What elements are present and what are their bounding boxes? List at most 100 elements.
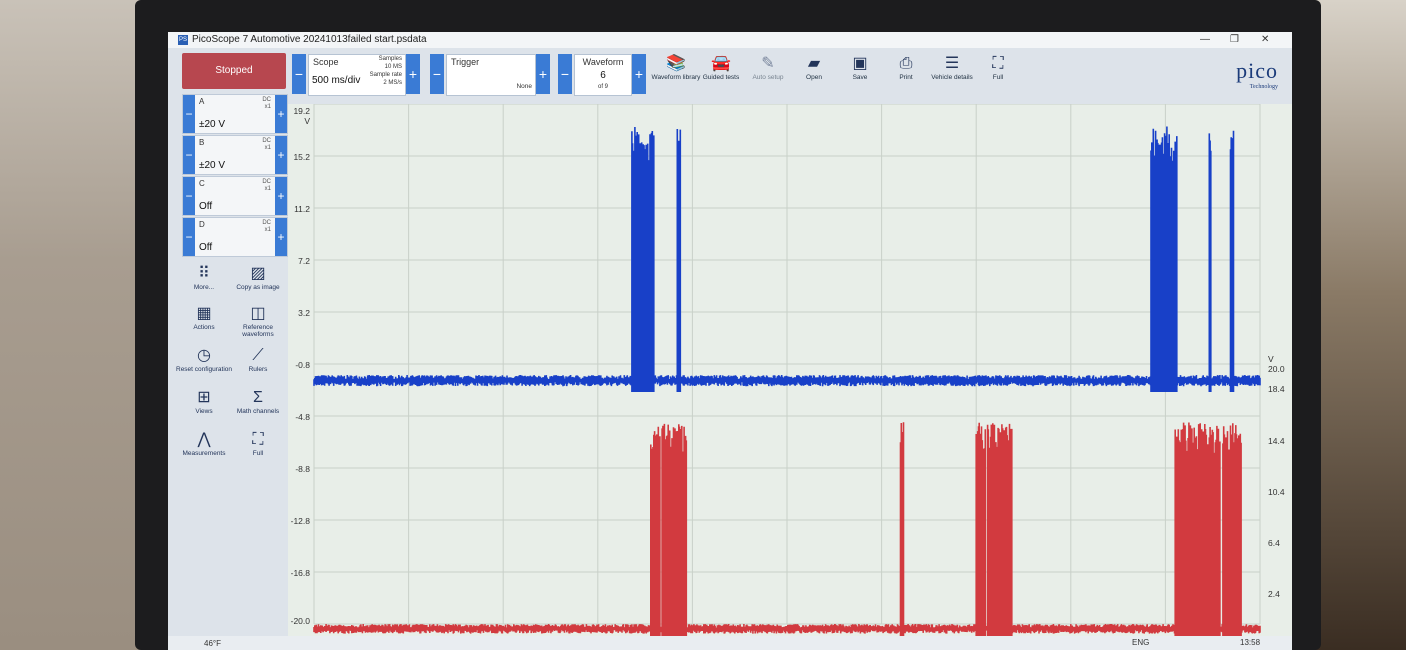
channel-d-range[interactable]: Off	[199, 242, 212, 253]
clock[interactable]: 13:58	[1240, 638, 1260, 647]
full-view-label: Full	[252, 450, 264, 457]
wand-icon: ✎	[761, 55, 775, 72]
fullscreen-icon: ⛶	[992, 55, 1004, 72]
grid-dots-icon: ⠿	[198, 265, 210, 282]
scope-increase-button[interactable]: +	[406, 54, 420, 94]
print-button[interactable]: ⎙ Print	[881, 54, 931, 81]
app-icon: PS	[178, 35, 188, 45]
channel-d-decrease[interactable]: −	[183, 218, 195, 256]
trigger-decrease-button[interactable]: −	[430, 54, 444, 94]
waveform-previous-button[interactable]: −	[558, 54, 572, 94]
channel-d-panel[interactable]: − D DC x1 Off +	[182, 217, 288, 257]
channel-b-increase[interactable]: +	[275, 136, 287, 174]
sample-rate-value[interactable]: 2 MS/s	[383, 80, 402, 86]
image-icon: ▨	[250, 265, 266, 282]
channel-c-range[interactable]: Off	[199, 201, 212, 212]
reference-icon: ◫	[250, 305, 266, 322]
full-view-button[interactable]: ⛶ Full	[230, 430, 286, 457]
right-tick-label: 6.4	[1268, 538, 1280, 548]
reset-icon: ◷	[197, 347, 211, 364]
y-tick-label: -0.8	[295, 360, 310, 370]
waveform-library-button[interactable]: 📚 Waveform library	[651, 54, 701, 81]
y-tick-label: -4.8	[295, 412, 310, 422]
auto-setup-label: Auto setup	[752, 74, 784, 81]
save-button[interactable]: ▣ Save	[835, 54, 885, 81]
channel-c-coupling[interactable]: DC x1	[262, 179, 271, 193]
scope-label: Scope	[313, 57, 339, 67]
maximize-button[interactable]: ❐	[1230, 32, 1239, 48]
samples-value[interactable]: 10 MS	[385, 64, 402, 70]
reset-configuration-button[interactable]: ◷ Reset configuration	[176, 346, 232, 373]
printer-icon: ⎙	[899, 55, 913, 72]
channel-b-name: B	[199, 138, 205, 147]
channel-c-increase[interactable]: +	[275, 177, 287, 215]
clipboard-icon: ☰	[944, 55, 960, 72]
channel-a-coupling[interactable]: DC x1	[262, 97, 271, 111]
copy-as-image-button[interactable]: ▨ Copy as image	[230, 264, 286, 291]
math-channels-button[interactable]: Σ Math channels	[230, 388, 286, 415]
scope-decrease-button[interactable]: −	[292, 54, 306, 94]
more-label: More...	[193, 284, 215, 291]
sigma-icon: Σ	[253, 389, 263, 406]
background-photo-right	[1314, 0, 1406, 650]
measurements-button[interactable]: ⋀ Measurements	[176, 430, 232, 457]
views-button[interactable]: ⊞ Views	[176, 388, 232, 415]
channel-a-coupling-value: DC	[262, 97, 271, 103]
full-screen-button[interactable]: ⛶ Full	[973, 54, 1023, 81]
channel-a-panel[interactable]: − A DC x1 ±20 V +	[182, 94, 288, 134]
channel-b-panel[interactable]: − B DC x1 ±20 V +	[182, 135, 288, 175]
trigger-increase-button[interactable]: +	[536, 54, 550, 94]
sample-rate-label: Sample rate	[369, 72, 402, 78]
language-indicator[interactable]: ENG	[1132, 638, 1149, 647]
channel-a-probe: x1	[264, 104, 271, 110]
channel-a-decrease[interactable]: −	[183, 95, 195, 133]
channel-a-increase[interactable]: +	[275, 95, 287, 133]
waveform-next-button[interactable]: +	[632, 54, 646, 94]
full-screen-label: Full	[992, 74, 1004, 81]
right-unit-label: V	[1268, 354, 1274, 364]
background-photo-left	[0, 0, 150, 650]
right-axis-bar: 20.018.414.410.46.42.4-1.6V	[1266, 104, 1292, 650]
close-button[interactable]: ✕	[1261, 32, 1269, 48]
channel-b-range[interactable]: ±20 V	[199, 160, 225, 171]
y-tick-label: -20.0	[291, 616, 311, 626]
channel-c-probe: x1	[264, 186, 271, 192]
views-icon: ⊞	[197, 389, 211, 406]
weather-temperature[interactable]: 46°F	[204, 639, 221, 648]
car-icon: 🚘	[711, 55, 731, 72]
y-tick-label: 19.2	[293, 106, 310, 116]
folder-icon: ▰	[807, 55, 821, 72]
channel-b-coupling[interactable]: DC x1	[262, 138, 271, 152]
scope-graph[interactable]: 19.2 15.2 11.2 7.2 3.2 -0.8 -4.8 -8.8 -12.8 -16.8…	[288, 104, 1266, 650]
brand-name: pico	[1236, 58, 1278, 83]
minimize-button[interactable]: —	[1200, 32, 1210, 48]
auto-setup-button[interactable]: ✎ Auto setup	[743, 54, 793, 81]
channel-d-name: D	[199, 220, 205, 229]
channel-d-coupling[interactable]: DC x1	[262, 220, 271, 234]
waveform-label: Waveform	[582, 57, 624, 67]
waveform-index[interactable]: 6	[575, 70, 631, 81]
rulers-button[interactable]: ⟋ Rulers	[230, 346, 286, 373]
channel-d-increase[interactable]: +	[275, 218, 287, 256]
window-title: PicoScope 7 Automotive 20241013failed st…	[192, 34, 427, 45]
channel-a-range[interactable]: ±20 V	[199, 119, 225, 130]
actions-button[interactable]: ▦ Actions	[176, 304, 232, 331]
guided-tests-button[interactable]: 🚘 Guided tests	[696, 54, 746, 81]
y-tick-label: 7.2	[298, 256, 310, 266]
more-button[interactable]: ⠿ More...	[176, 264, 232, 291]
actions-label: Actions	[193, 324, 215, 331]
vehicle-details-button[interactable]: ☰ Vehicle details	[927, 54, 977, 81]
channel-c-panel[interactable]: − C DC x1 Off +	[182, 176, 288, 216]
open-button[interactable]: ▰ Open	[789, 54, 839, 81]
timebase-value[interactable]: 500 ms/div	[312, 75, 360, 86]
channel-c-decrease[interactable]: −	[183, 177, 195, 215]
reference-waveforms-button[interactable]: ◫ Reference waveforms	[230, 304, 286, 338]
taskbar: 46°F ENG 13:58	[168, 636, 1292, 650]
run-stop-label: Stopped	[215, 65, 253, 76]
channel-b-decrease[interactable]: −	[183, 136, 195, 174]
run-stop-button[interactable]: Stopped	[182, 53, 286, 89]
scope-plot-area[interactable]: 19.2 15.2 11.2 7.2 3.2 -0.8 -4.8 -8.8 -12.8 -16.8…	[288, 104, 1266, 650]
trigger-mode[interactable]: None	[516, 83, 532, 90]
fullscreen-icon: ⛶	[252, 431, 264, 448]
title-bar: PS PicoScope 7 Automotive 20241013failed…	[168, 32, 1292, 48]
